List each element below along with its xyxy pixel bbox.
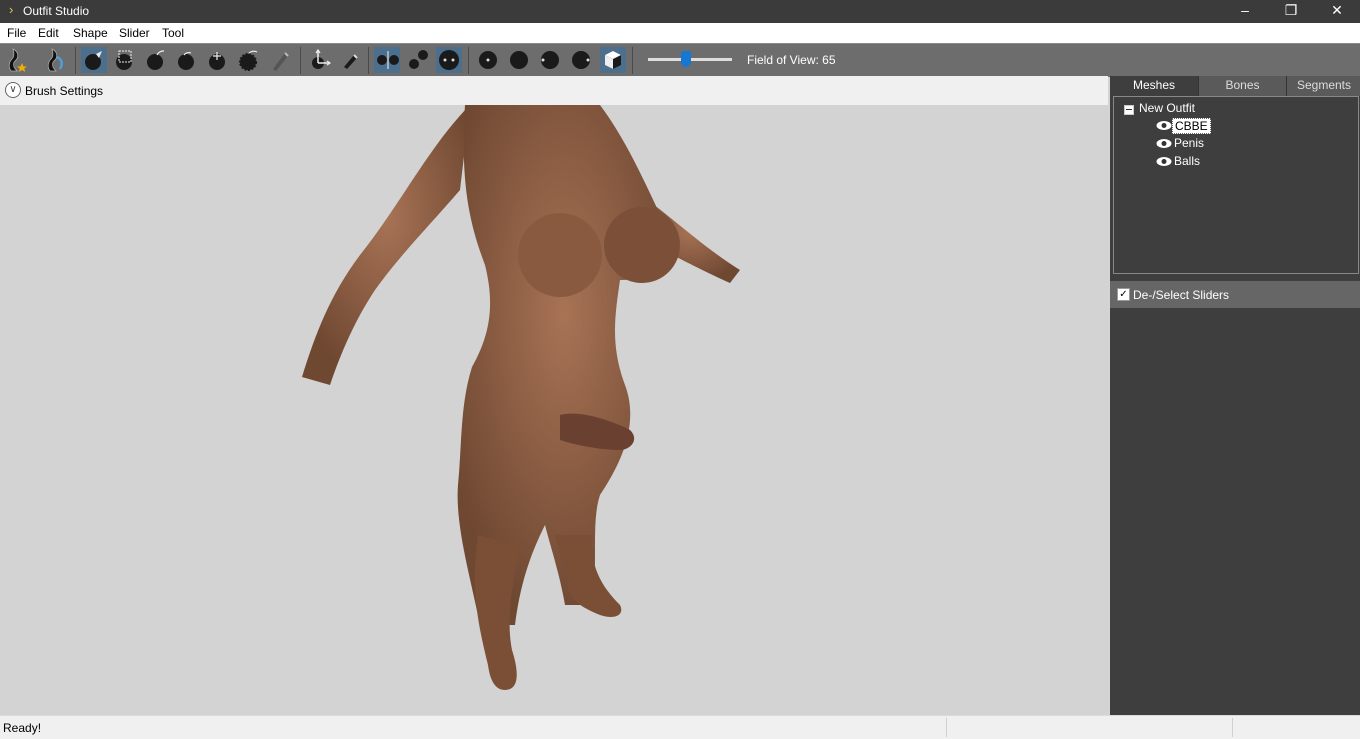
tree-item-balls[interactable]: Balls [1174,154,1200,168]
eye-icon[interactable] [1156,156,1172,167]
3d-viewport[interactable] [0,105,1108,715]
tab-meshes[interactable]: Meshes [1110,76,1198,96]
tab-segments[interactable]: Segments [1286,76,1360,96]
view-right-icon[interactable] [568,47,594,73]
load-outfit-icon[interactable] [43,47,69,73]
perspective-icon[interactable] [600,47,626,73]
deflate-brush-icon[interactable] [174,47,200,73]
close-button[interactable]: ✕ [1314,0,1360,23]
fov-slider-thumb[interactable] [681,51,691,67]
move-brush-icon[interactable] [205,47,231,73]
mesh-tree: New Outfit CBBE Penis Balls [1113,96,1359,274]
menu-edit[interactable]: Edit [38,26,59,40]
menu-shape[interactable]: Shape [73,26,108,40]
eye-icon[interactable] [1156,120,1172,131]
transform-icon[interactable] [306,47,332,73]
window-title: Outfit Studio [23,4,90,18]
inflate-brush-icon[interactable] [143,47,169,73]
eye-icon[interactable] [1156,138,1172,149]
minimize-button[interactable]: – [1222,0,1268,23]
menu-slider[interactable]: Slider [119,26,150,40]
chevron-down-icon[interactable]: ∨ [5,82,21,98]
tab-bones[interactable]: Bones [1198,76,1286,96]
view-front-icon[interactable] [475,47,501,73]
pivot-icon[interactable] [337,47,363,73]
menu-bar: File Edit Shape Slider Tool [0,23,1360,43]
select-brush-icon[interactable] [81,47,107,73]
status-text: Ready! [3,721,42,735]
brush-settings-label[interactable]: Brush Settings [25,84,103,98]
title-bar: › Outfit Studio – ❐ ✕ [0,0,1360,23]
menu-tool[interactable]: Tool [162,26,184,40]
view-left-icon[interactable] [537,47,563,73]
right-panel: Meshes Bones Segments New Outfit CBBE Pe… [1110,76,1360,715]
load-reference-icon[interactable] [4,47,30,73]
select-sliders-checkbox[interactable]: ✓ [1117,288,1130,301]
status-bar: Ready! [0,715,1360,739]
mirror-y-icon[interactable] [405,47,431,73]
collapse-toggle[interactable] [1124,105,1134,115]
app-icon: › [9,2,14,17]
select-sliders-label[interactable]: De-/Select Sliders [1133,288,1229,302]
weight-brush-icon[interactable] [267,47,293,73]
view-back-icon[interactable] [506,47,532,73]
mirror-z-icon[interactable] [436,47,462,73]
mask-brush-icon[interactable] [112,47,138,73]
fov-label: Field of View: 65 [747,53,836,67]
body-mesh[interactable] [0,105,1108,715]
mirror-x-icon[interactable] [374,47,400,73]
tree-item-cbbe[interactable]: CBBE [1172,118,1211,134]
tree-item-penis[interactable]: Penis [1174,136,1204,150]
brush-settings-bar[interactable] [0,76,1108,105]
maximize-button[interactable]: ❐ [1268,0,1314,23]
menu-file[interactable]: File [7,26,26,40]
smooth-brush-icon[interactable] [236,47,262,73]
tree-root-outfit[interactable]: New Outfit [1139,101,1195,115]
